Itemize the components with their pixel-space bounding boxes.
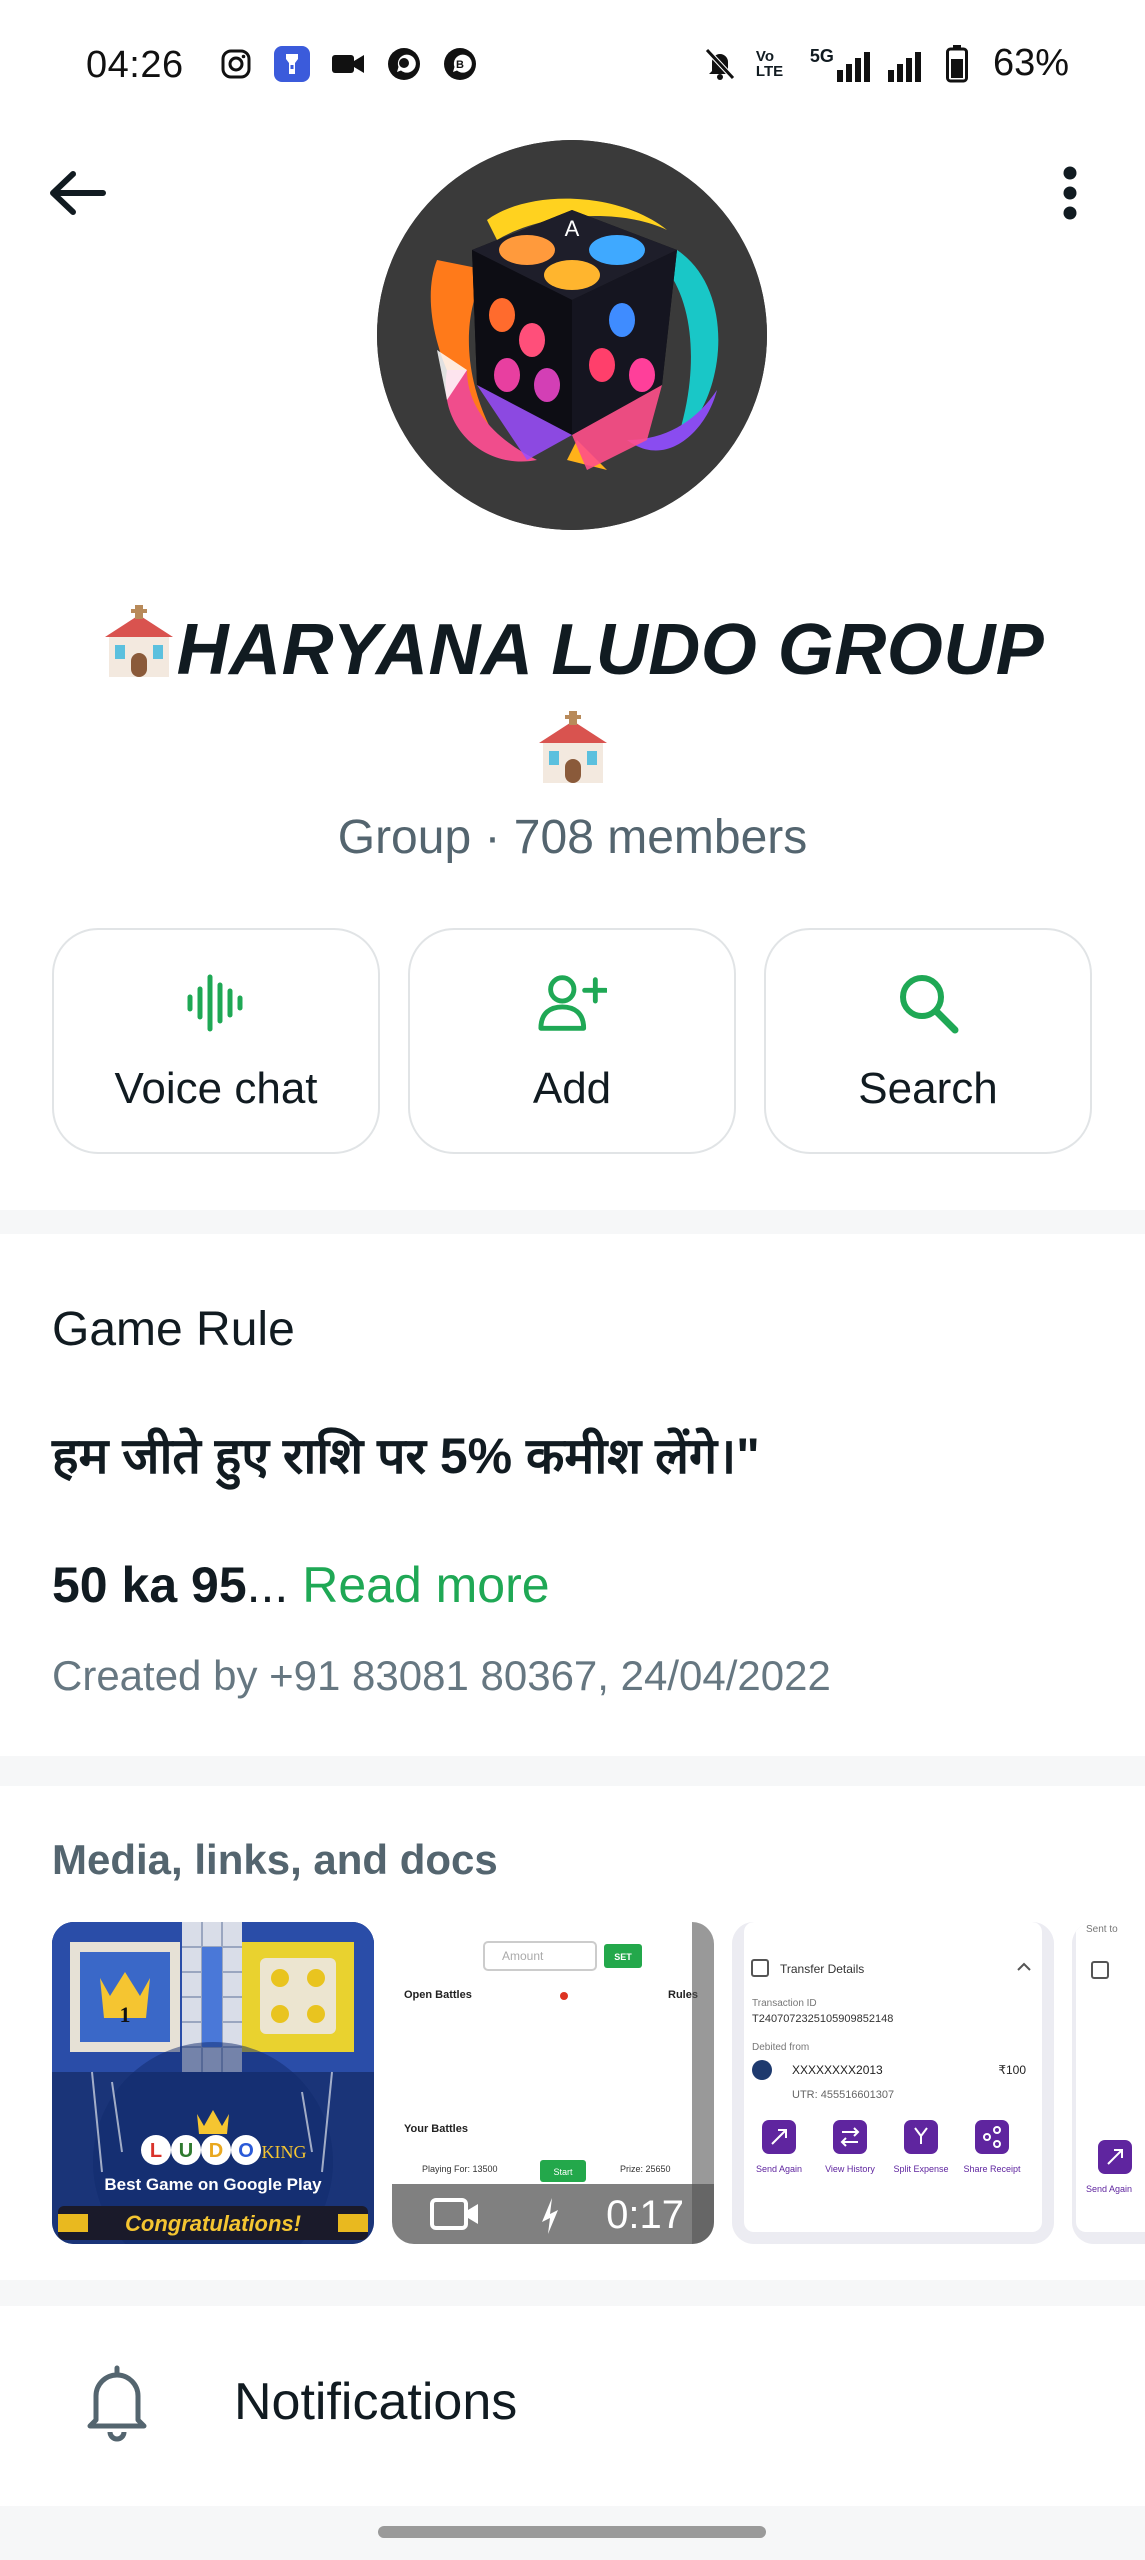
description-title: Game Rule (52, 1303, 295, 1356)
dice-artwork: A (377, 140, 767, 530)
ludo-tagline: Best Game on Google Play (104, 2175, 322, 2194)
group-name: HARYANA LUDO GROUP (40, 600, 1105, 705)
video-camera-icon (330, 46, 366, 82)
svg-text:1: 1 (120, 2002, 131, 2027)
receipt-txn-label: Transaction ID (752, 1998, 817, 2009)
svg-text:A: A (565, 216, 580, 241)
media-section: Media, links, and docs 1 L U D O KING Be… (0, 1786, 1145, 2280)
church-icon (535, 711, 611, 790)
action-buttons: Voice chat Add Search (52, 928, 1092, 1154)
video-amount-placeholder: Amount (502, 1949, 544, 1963)
status-time: 04:26 (86, 44, 184, 86)
receipt-action-send-again: Send Again (756, 2164, 802, 2174)
receipt-action-split-expense: Split Expense (893, 2164, 948, 2174)
video-open-battles: Open Battles (404, 1989, 472, 2001)
video-set-label: SET (614, 1952, 632, 1962)
partial-send-again: Send Again (1086, 2184, 1132, 2194)
receipt-debited-label: Debited from (752, 2042, 809, 2053)
video-start-label: Start (553, 2167, 573, 2177)
ludo-board-art: 1 L U D O KING Best Game on Google Play (52, 1922, 374, 2244)
add-member-button[interactable]: Add (408, 928, 736, 1154)
more-vertical-icon (1063, 166, 1077, 220)
svg-text:KING: KING (262, 2142, 307, 2162)
whatsapp-icon (386, 46, 422, 82)
search-button[interactable]: Search (764, 928, 1092, 1154)
back-button[interactable] (44, 160, 110, 226)
notification-icons: B (218, 46, 478, 82)
notifications-label: Notifications (234, 2373, 518, 2431)
receipt-action-view-history: View History (825, 2164, 875, 2174)
battle-screen-video: Amount SET Open Battles Rules Your Battl… (392, 1922, 714, 2244)
more-options-button[interactable] (1045, 160, 1095, 226)
search-label: Search (858, 1064, 998, 1113)
status-bar: 04:26 B Vo LTE 5G 63% (0, 0, 1145, 140)
bell-icon (87, 2365, 147, 2442)
signal-5g-icon: 5G (810, 46, 870, 82)
signal-icon (887, 46, 921, 82)
partial-receipt-screenshot: Sent to Send Again (1072, 1922, 1145, 2244)
description-preview: 50 ka 95... Read more (52, 1556, 550, 1614)
video-duration: 0:17 (606, 2193, 684, 2237)
media-thumb-receipt[interactable]: Transfer Details Transaction ID T2407072… (732, 1922, 1054, 2244)
system-icons: Vo LTE 5G 63% (702, 42, 1069, 85)
whatsapp-business-icon: B (442, 46, 478, 82)
svg-text:B: B (456, 59, 464, 71)
battery-percent: 63% (992, 42, 1069, 84)
group-member-count: Group · 708 members (337, 811, 808, 864)
volte-label: Vo LTE (755, 47, 784, 80)
battery-icon (939, 44, 975, 82)
group-info-header: 04:26 B Vo LTE 5G 63% A HARYANA LUDO GRO… (0, 0, 1145, 1210)
receipt-account: XXXXXXXX2013 (792, 2063, 883, 2077)
add-person-icon (537, 968, 607, 1038)
video-prize: Prize: 25650 (620, 2164, 671, 2174)
svg-text:U: U (179, 2140, 193, 2162)
instagram-icon (218, 46, 254, 82)
description-bold-text: 50 ka 95 (52, 1557, 247, 1613)
group-name-text: HARYANA LUDO GROUP (176, 610, 1045, 690)
read-more-link[interactable]: Read more (302, 1557, 549, 1613)
add-label: Add (532, 1064, 612, 1113)
receipt-amount: ₹100 (998, 2063, 1026, 2077)
description-hindi-line: हम जीते हुए राशि पर 5% कमीश लेंगे।" (52, 1428, 760, 1484)
receipt-heading: Transfer Details (780, 1962, 864, 1976)
ludo-banner: Congratulations! (125, 2211, 301, 2236)
media-thumb-ludo-king[interactable]: 1 L U D O KING Best Game on Google Play (52, 1922, 374, 2244)
bell-muted-icon (702, 46, 738, 82)
voice-chat-button[interactable]: Voice chat (52, 928, 380, 1154)
media-thumb-partial[interactable]: Sent to Send Again (1072, 1922, 1145, 2244)
media-thumbnails: 1 L U D O KING Best Game on Google Play (52, 1922, 1145, 2244)
church-icon (101, 604, 177, 705)
partial-sent-to: Sent to (1086, 1924, 1118, 1935)
description-ellipsis: ... (246, 1557, 289, 1613)
arrow-left-icon (50, 171, 106, 215)
group-description-section[interactable]: Game Rule हम जीते हुए राशि पर 5% कमीश ले… (0, 1234, 1145, 1756)
video-playing-for: Playing For: 13500 (422, 2164, 498, 2174)
transfer-receipt-screenshot: Transfer Details Transaction ID T2407072… (732, 1922, 1054, 2244)
search-icon (893, 968, 963, 1038)
svg-text:O: O (238, 2140, 254, 2162)
receipt-utr: UTR: 455516601307 (792, 2089, 894, 2101)
group-avatar[interactable]: A (377, 140, 767, 530)
svg-text:L: L (150, 2140, 162, 2162)
created-by-text: Created by +91 83081 80367, 24/04/2022 (52, 1652, 831, 1699)
media-links-docs-link[interactable]: Media, links, and docs (52, 1836, 498, 1884)
svg-text:D: D (209, 2140, 223, 2162)
gesture-navigation-handle[interactable] (378, 2526, 766, 2538)
receipt-action-share-receipt: Share Receipt (963, 2164, 1021, 2174)
voice-wave-icon (181, 968, 251, 1038)
notifications-row[interactable]: Notifications (0, 2306, 1145, 2506)
group-name-block: HARYANA LUDO GROUP (40, 600, 1105, 797)
group-name-emoji-line (40, 705, 1105, 797)
video-your-battles: Your Battles (404, 2123, 468, 2135)
media-thumb-video[interactable]: Amount SET Open Battles Rules Your Battl… (392, 1922, 714, 2244)
voice-chat-label: Voice chat (114, 1064, 318, 1113)
receipt-txn-id: T2407072325105909852148 (752, 2013, 893, 2025)
flashlight-icon (274, 46, 310, 82)
network-label: 5G (809, 45, 834, 66)
